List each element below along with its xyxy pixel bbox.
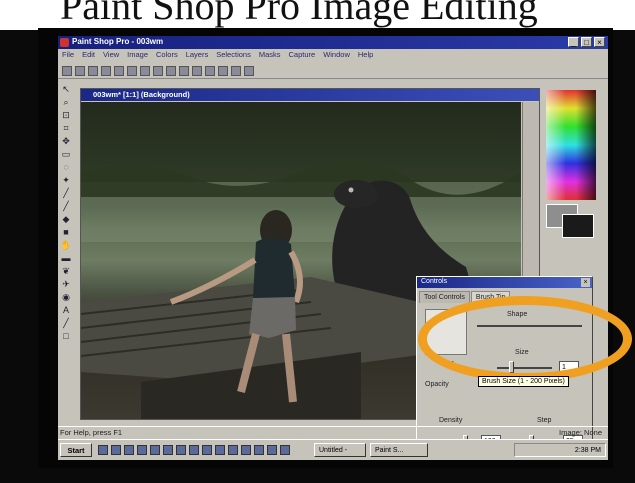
quick-launch-icon[interactable] (267, 445, 277, 455)
image-window-titlebar: 003wm* [1:1] (Background) (81, 89, 539, 101)
picture-tube-icon[interactable]: ❦ (60, 266, 72, 276)
histogram-icon[interactable] (218, 65, 228, 76)
zoom-icon[interactable] (179, 65, 189, 76)
quick-launch-icon[interactable] (189, 445, 199, 455)
quick-launch-icon[interactable] (150, 445, 160, 455)
save-icon[interactable] (88, 65, 98, 76)
window-controls: _ □ × (568, 37, 605, 47)
image-window-title: 003wm* [1:1] (Background) (93, 90, 190, 99)
retouch-tool-icon[interactable]: ✋ (60, 240, 72, 250)
quick-launch-icon[interactable] (215, 445, 225, 455)
menu-file[interactable]: File (62, 50, 74, 62)
brush-size-tooltip: Brush Size (1 - 200 Pixels) (478, 376, 569, 387)
print-icon[interactable] (101, 65, 111, 76)
paintbrush-tool-icon[interactable]: ╱ (60, 201, 72, 211)
app-titlebar: Paint Shop Pro - 003wm _ □ × (58, 36, 608, 49)
quick-launch (98, 445, 290, 455)
menu-layers[interactable]: Layers (186, 50, 209, 62)
density-label: Density (439, 417, 463, 424)
shape-tool-icon[interactable]: □ (60, 331, 72, 341)
line-tool-icon[interactable]: ╱ (60, 318, 72, 328)
menu-capture[interactable]: Capture (289, 50, 316, 62)
open-file-icon[interactable] (75, 65, 85, 76)
minimize-button[interactable]: _ (568, 37, 579, 47)
tab-tool-controls[interactable]: Tool Controls (419, 291, 470, 303)
dropper-tool-icon[interactable]: ╱ (60, 188, 72, 198)
clock: 2:38 PM (574, 447, 601, 454)
magic-wand-icon[interactable]: ✦ (60, 175, 72, 185)
deformation-tool-icon[interactable]: ⊡ (60, 110, 72, 120)
lasso-tool-icon[interactable]: ◌ (60, 162, 72, 172)
crop-tool-icon[interactable]: ⌗ (60, 123, 72, 133)
quick-launch-icon[interactable] (137, 445, 147, 455)
paste-icon[interactable] (153, 65, 163, 76)
toggle-palette-icon[interactable] (192, 65, 202, 76)
clone-brush-icon[interactable]: ◆ (60, 214, 72, 224)
color-palette[interactable] (546, 90, 596, 200)
background-color-swatch[interactable] (562, 214, 594, 238)
system-tray: 2:38 PM (514, 443, 606, 457)
airbrush-tool-icon[interactable]: ✈ (60, 279, 72, 289)
mover-tool-icon[interactable]: ✥ (60, 136, 72, 146)
new-file-icon[interactable] (62, 65, 72, 76)
copy-icon[interactable] (140, 65, 150, 76)
controls-title: Controls (421, 278, 448, 285)
opacity-label: Opacity (425, 381, 449, 388)
quick-launch-icon[interactable] (280, 445, 290, 455)
arrow-tool-icon[interactable]: ↖ (60, 84, 72, 94)
cut-icon[interactable] (127, 65, 137, 76)
menu-selections[interactable]: Selections (216, 50, 251, 62)
highlight-ellipse (418, 296, 632, 382)
status-bar: For Help, press F1 Image: None (58, 426, 608, 439)
start-button[interactable]: Start (60, 443, 92, 457)
quick-launch-icon[interactable] (98, 445, 108, 455)
status-image-info: Image: None (559, 428, 602, 437)
step-label: Step (537, 417, 552, 424)
color-replacer-icon[interactable]: ■ (60, 227, 72, 237)
layers-icon[interactable] (231, 65, 241, 76)
undo-icon[interactable] (114, 65, 124, 76)
eraser-tool-icon[interactable]: ▬ (60, 253, 72, 263)
controls-close-icon[interactable]: × (581, 278, 590, 287)
quick-launch-icon[interactable] (163, 445, 173, 455)
text-tool-icon[interactable]: A (60, 305, 72, 315)
app-title: Paint Shop Pro - 003wm (72, 37, 164, 46)
quick-launch-icon[interactable] (176, 445, 186, 455)
zoom-tool-icon[interactable]: ⌕ (60, 97, 72, 107)
menu-view[interactable]: View (103, 50, 119, 62)
flood-fill-icon[interactable]: ◉ (60, 292, 72, 302)
menu-window[interactable]: Window (323, 50, 350, 62)
menu-masks[interactable]: Masks (259, 50, 281, 62)
full-screen-icon[interactable] (166, 65, 176, 76)
menu-colors[interactable]: Colors (156, 50, 178, 62)
quick-launch-icon[interactable] (254, 445, 264, 455)
menu-bar: File Edit View Image Colors Layers Selec… (58, 50, 608, 62)
tool-palette: ↖ ⌕ ⊡ ⌗ ✥ ▭ ◌ ✦ ╱ ╱ ◆ ■ ✋ ▬ ❦ ✈ ◉ A ╱ □ (60, 84, 74, 404)
menu-image[interactable]: Image (127, 50, 148, 62)
menu-edit[interactable]: Edit (82, 50, 95, 62)
top-banner: Paint Shop Pro Image Editing (0, 0, 635, 30)
quick-launch-icon[interactable] (111, 445, 121, 455)
controls-titlebar: Controls × (417, 277, 592, 288)
menu-help[interactable]: Help (358, 50, 373, 62)
taskbar: Start Untitled - Paint S... 2:38 PM (58, 439, 608, 460)
app-screen: Paint Shop Pro - 003wm _ □ × File Edit V… (58, 36, 608, 460)
close-button[interactable]: × (594, 37, 605, 47)
help-pointer-icon[interactable] (244, 65, 254, 76)
quick-launch-icon[interactable] (241, 445, 251, 455)
task-untitled[interactable]: Untitled - (314, 443, 366, 457)
main-toolbar (58, 63, 608, 79)
status-help-text: For Help, press F1 (60, 428, 123, 437)
selection-tool-icon[interactable]: ▭ (60, 149, 72, 159)
toggle-controls-icon[interactable] (205, 65, 215, 76)
quick-launch-icon[interactable] (228, 445, 238, 455)
app-icon (60, 38, 69, 47)
maximize-button[interactable]: □ (581, 37, 592, 47)
task-paint-shop[interactable]: Paint S... (370, 443, 428, 457)
quick-launch-icon[interactable] (124, 445, 134, 455)
banner-text: Paint Shop Pro Image Editing (60, 0, 538, 28)
quick-launch-icon[interactable] (202, 445, 212, 455)
